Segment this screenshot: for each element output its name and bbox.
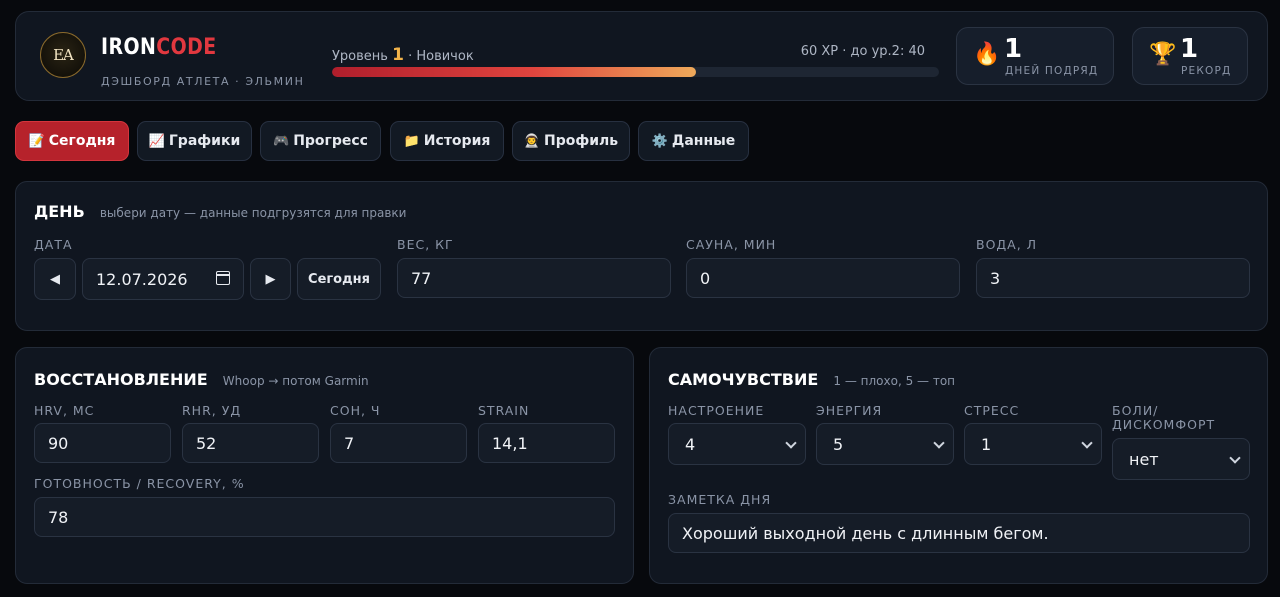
recovery-header: ВОССТАНОВЛЕНИЕ Whoop → потом Garmin — [34, 370, 369, 389]
mood-select[interactable]: 4 — [668, 423, 806, 465]
tab-charts[interactable]: 📈 Графики — [137, 121, 252, 161]
fire-icon: 🔥 — [973, 42, 1001, 67]
sleep-input[interactable]: 7 — [330, 423, 467, 463]
rhr-input[interactable]: 52 — [182, 423, 319, 463]
mood-label: НАСТРОЕНИЕ — [668, 403, 765, 418]
recovery-percent-input[interactable]: 78 — [34, 497, 615, 537]
recovery-panel: ВОССТАНОВЛЕНИЕ Whoop → потом Garmin HRV,… — [15, 347, 634, 584]
next-day-button[interactable]: ▶ — [250, 258, 291, 300]
date-label: ДАТА — [34, 237, 73, 252]
athlete-logo: EA — [40, 32, 86, 78]
day-header: ДЕНЬ выбери дату — данные подгрузятся дл… — [34, 202, 406, 221]
hrv-label: HRV, МС — [34, 403, 95, 418]
brand-title: IRONCODE — [101, 35, 217, 60]
rhr-label: RHR, УД — [182, 403, 242, 418]
water-label: ВОДА, Л — [976, 237, 1038, 252]
chevron-down-icon — [933, 437, 945, 449]
date-input[interactable]: 12.07.2026 — [82, 258, 244, 300]
water-input[interactable]: 3 — [976, 258, 1250, 298]
xp-progress-bar — [332, 67, 939, 77]
day-hint: выбери дату — данные подгрузятся для пра… — [99, 206, 407, 220]
tab-today[interactable]: 📝 Сегодня — [15, 121, 129, 161]
strain-input[interactable]: 14,1 — [478, 423, 615, 463]
folder-icon: 📁 — [403, 133, 420, 149]
gear-icon: ⚙️ — [651, 133, 668, 149]
pain-select[interactable]: нет — [1112, 438, 1250, 480]
brand-subtitle: ДЭШБОРД АТЛЕТА · ЭЛЬМИН — [101, 75, 305, 88]
top-header: EA IRONCODE ДЭШБОРД АТЛЕТА · ЭЛЬМИН Уров… — [15, 11, 1268, 101]
strain-label: STRAIN — [478, 403, 530, 418]
energy-select[interactable]: 5 — [816, 423, 954, 465]
tab-profile[interactable]: 👨‍🚀 Профиль — [512, 121, 630, 161]
tab-progress[interactable]: 🎮 Прогресс — [260, 121, 381, 161]
sauna-label: САУНА, МИН — [686, 237, 777, 252]
level-label: Уровень 1 · Новичок — [332, 45, 474, 65]
day-title: ДЕНЬ — [34, 202, 85, 221]
xp-progress-fill — [332, 67, 697, 77]
wellbeing-panel: САМОЧУВСТВИЕ 1 — плохо, 5 — топ НАСТРОЕН… — [649, 347, 1268, 584]
hrv-input[interactable]: 90 — [34, 423, 171, 463]
day-note-input[interactable]: Хороший выходной день с длинным бегом. — [668, 513, 1250, 553]
tab-history[interactable]: 📁 История — [390, 121, 504, 161]
weight-input[interactable]: 77 — [397, 258, 671, 298]
caret-right-icon: ▶ — [265, 271, 276, 287]
streak-card: 🔥 1 ДНЕЙ ПОДРЯД — [956, 27, 1114, 85]
tab-data[interactable]: ⚙️ Данные — [638, 121, 749, 161]
astronaut-icon: 👨‍🚀 — [523, 133, 540, 149]
weight-label: ВЕС, КГ — [397, 237, 454, 252]
day-panel: ДЕНЬ выбери дату — данные подгрузятся дл… — [15, 181, 1268, 331]
recovery-percent-label: ГОТОВНОСТЬ / RECOVERY, % — [34, 476, 245, 491]
stress-label: СТРЕСС — [964, 403, 1020, 418]
trophy-icon: 🏆 — [1149, 42, 1177, 67]
prev-day-button[interactable]: ◀ — [34, 258, 76, 300]
day-note-label: ЗАМЕТКА ДНЯ — [668, 492, 772, 507]
wellbeing-hint: 1 — плохо, 5 — топ — [833, 374, 956, 388]
energy-label: ЭНЕРГИЯ — [816, 403, 883, 418]
streak-value: 1 — [1004, 34, 1023, 64]
streak-label: ДНЕЙ ПОДРЯД — [1005, 65, 1099, 77]
record-value: 1 — [1180, 34, 1199, 64]
sleep-label: СОН, Ч — [330, 403, 381, 418]
chevron-down-icon — [1081, 437, 1093, 449]
chevron-down-icon — [1229, 452, 1241, 464]
record-card: 🏆 1 РЕКОРД — [1132, 27, 1248, 85]
today-button[interactable]: Сегодня — [297, 258, 381, 300]
recovery-title: ВОССТАНОВЛЕНИЕ — [34, 370, 208, 389]
pain-label: БОЛИ/ ДИСКОМФОРТ — [1112, 403, 1216, 432]
xp-readout: 60 XP · до ур.2: 40 — [800, 44, 925, 59]
stress-select[interactable]: 1 — [964, 423, 1102, 465]
calendar-icon[interactable] — [216, 271, 230, 285]
caret-left-icon: ◀ — [50, 271, 60, 287]
record-label: РЕКОРД — [1181, 65, 1232, 77]
memo-icon: 📝 — [28, 133, 45, 149]
wellbeing-title: САМОЧУВСТВИЕ — [668, 370, 819, 389]
gamepad-icon: 🎮 — [273, 133, 290, 149]
wellbeing-header: САМОЧУВСТВИЕ 1 — плохо, 5 — топ — [668, 370, 955, 389]
sauna-input[interactable]: 0 — [686, 258, 960, 298]
recovery-hint: Whoop → потом Garmin — [222, 374, 369, 388]
chart-icon: 📈 — [148, 133, 165, 149]
chevron-down-icon — [785, 437, 797, 449]
